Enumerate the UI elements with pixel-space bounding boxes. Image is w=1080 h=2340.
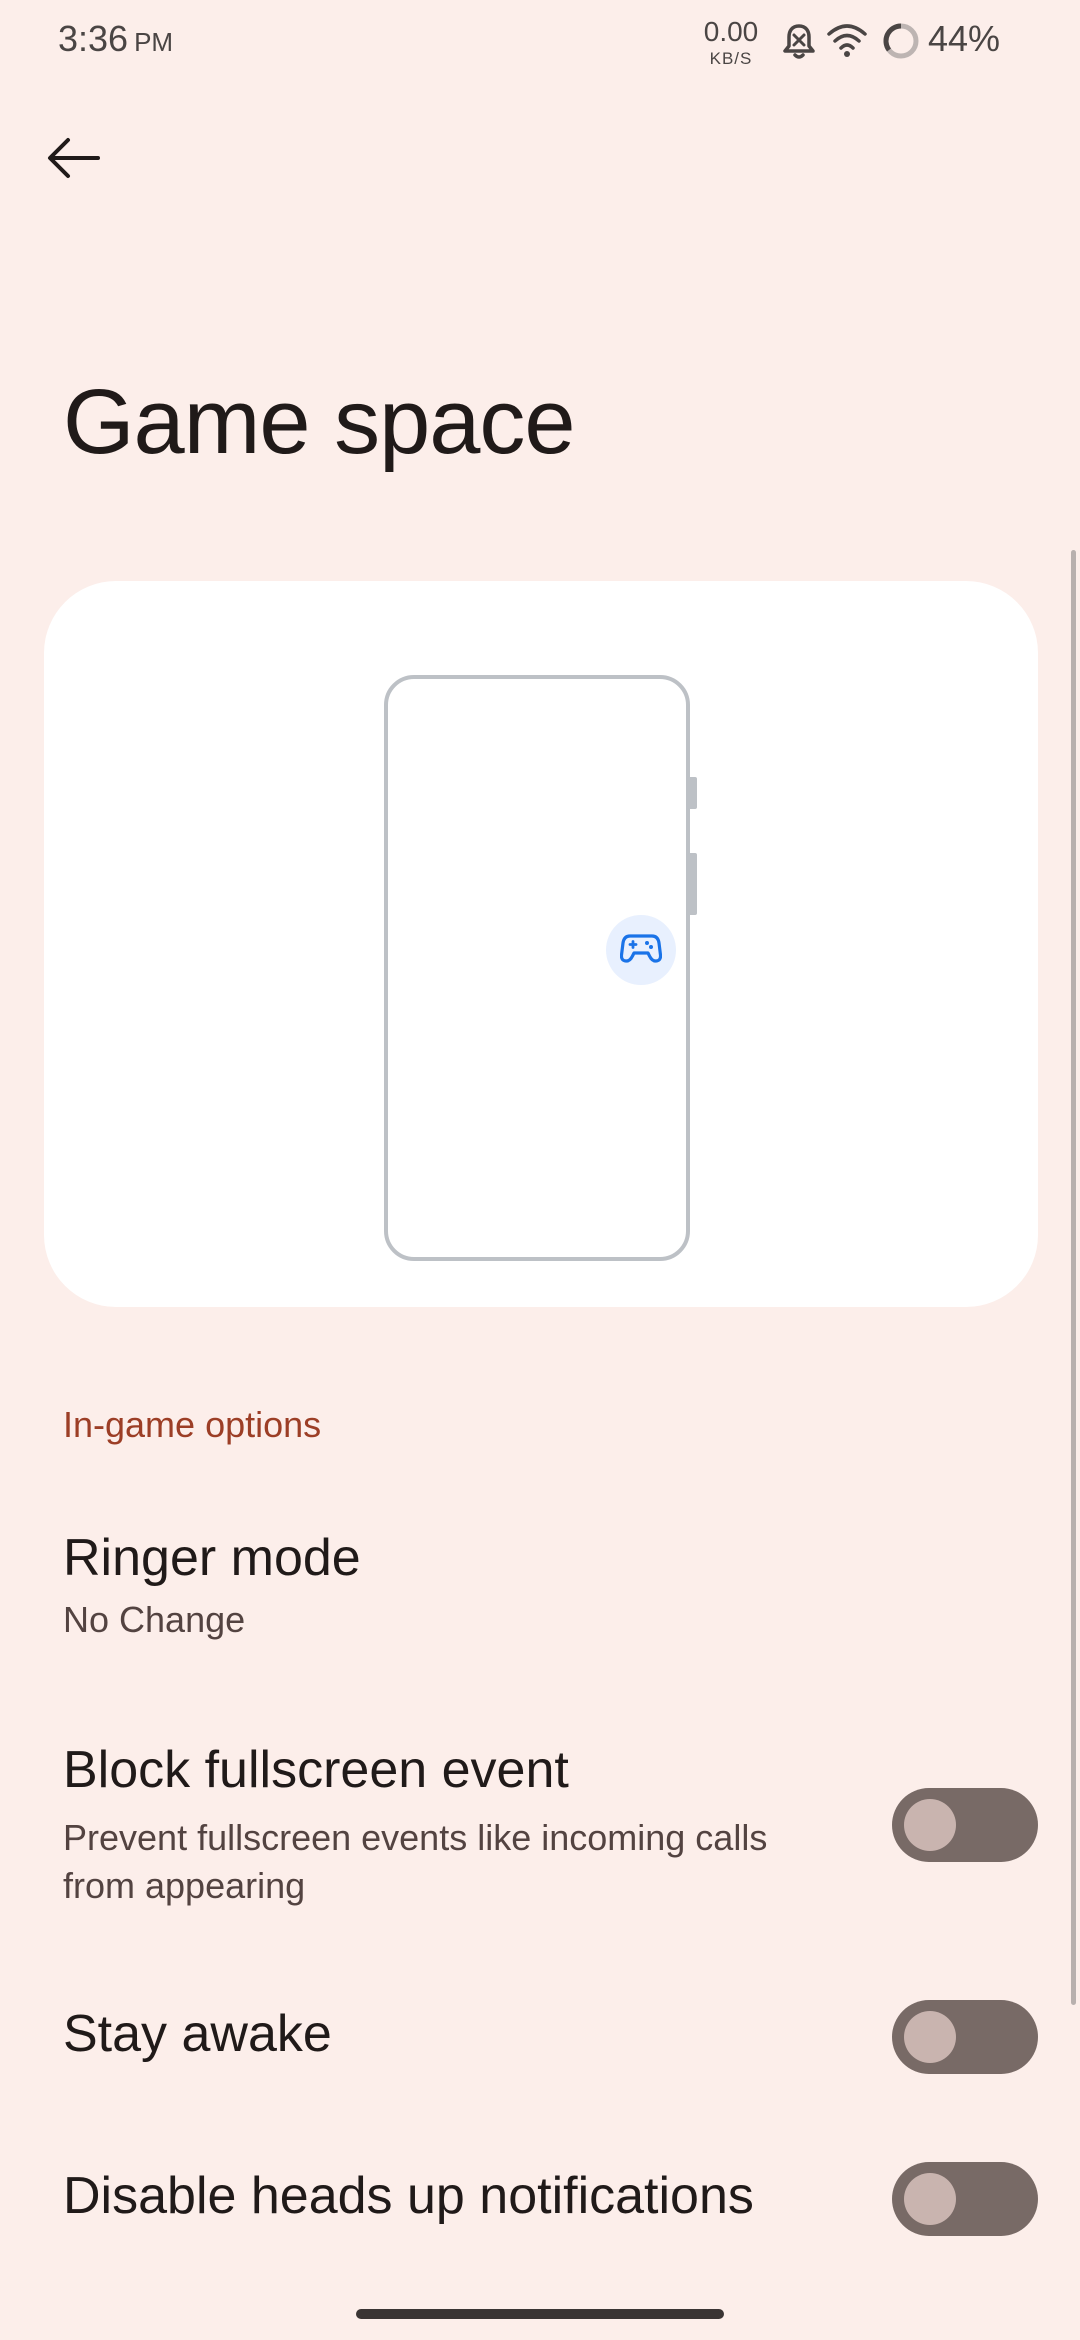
- status-time-value: 3:36: [58, 18, 129, 59]
- pref-title: Block fullscreen event: [63, 1741, 569, 1799]
- pref-disable-heads-up[interactable]: Disable heads up notifications: [0, 2120, 1080, 2270]
- pref-title: Ringer mode: [63, 1529, 361, 1587]
- status-bar: 3:36 PM 0.00 KB/S 44%: [0, 0, 1080, 84]
- toggle-thumb: [904, 1799, 956, 1851]
- pref-stay-awake[interactable]: Stay awake: [0, 1960, 1080, 2110]
- phone-illustration: [384, 675, 697, 1261]
- toggle-thumb: [904, 2011, 956, 2063]
- battery-ring-icon: [882, 22, 920, 65]
- pref-ringer-mode[interactable]: Ringer mode No Change: [0, 1486, 1080, 1676]
- gesture-nav-handle[interactable]: [356, 2309, 724, 2319]
- gamepad-icon: [619, 933, 663, 968]
- toggle-thumb: [904, 2173, 956, 2225]
- pref-summary: Prevent fullscreen events like incoming …: [63, 1817, 768, 1906]
- status-time: 3:36 PM: [58, 18, 173, 60]
- pref-block-fullscreen-event[interactable]: Block fullscreen event Prevent fullscree…: [0, 1700, 1080, 1940]
- network-speed: 0.00 KB/S: [696, 16, 766, 68]
- section-header-in-game-options: In-game options: [63, 1404, 322, 1445]
- bell-muted-icon: [782, 22, 816, 67]
- pref-summary: No Change: [63, 1599, 246, 1640]
- gamepad-badge: [606, 915, 676, 985]
- back-button[interactable]: [30, 116, 118, 204]
- wifi-icon: [826, 22, 868, 63]
- arrow-left-icon: [46, 136, 102, 185]
- pref-title: Disable heads up notifications: [63, 2167, 754, 2225]
- pref-title: Stay awake: [63, 2005, 332, 2063]
- status-time-ampm: PM: [134, 27, 174, 57]
- page-title: Game space: [63, 371, 576, 473]
- disable-heads-up-toggle[interactable]: [892, 2162, 1038, 2236]
- illustration-card: [44, 581, 1038, 1307]
- network-speed-unit: KB/S: [709, 49, 753, 68]
- stay-awake-toggle[interactable]: [892, 2000, 1038, 2074]
- network-speed-value: 0.00: [703, 16, 759, 47]
- battery-percentage: 44%: [928, 18, 1001, 59]
- block-fullscreen-toggle[interactable]: [892, 1788, 1038, 1862]
